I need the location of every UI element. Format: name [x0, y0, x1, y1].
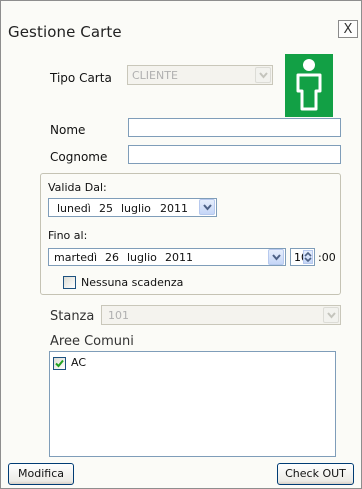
aree-comuni-list[interactable]: AC — [49, 351, 336, 457]
check-out-button[interactable]: Check OUT — [277, 463, 354, 485]
gestione-carte-dialog: Gestione Carte X Tipo Carta CLIENTE Nome… — [0, 0, 362, 489]
valida-dal-date-picker[interactable]: lunedì 25 luglio 2011 — [48, 198, 217, 217]
stanza-select[interactable]: 101 — [101, 305, 341, 325]
valida-dal-label: Valida Dal: — [48, 181, 107, 194]
checkmark-icon — [55, 359, 64, 368]
title-bar: Gestione Carte X — [1, 1, 361, 45]
fino-al-date-picker[interactable]: martedì 26 luglio 2011 — [48, 248, 286, 266]
minutes-suffix: :00 — [318, 251, 336, 264]
chevron-down-icon[interactable] — [268, 249, 284, 265]
to-weekday: martedì — [54, 251, 98, 264]
stepper-arrows-icon[interactable] — [303, 250, 313, 264]
modifica-button[interactable]: Modifica — [8, 463, 74, 485]
tipo-carta-select[interactable]: CLIENTE — [127, 65, 273, 85]
close-button[interactable]: X — [338, 20, 358, 38]
ac-label: AC — [71, 356, 87, 369]
tipo-carta-label: Tipo Carta — [50, 71, 112, 85]
from-month: luglio — [121, 202, 151, 215]
stanza-label: Stanza — [50, 309, 95, 324]
to-day: 26 — [105, 251, 119, 264]
aree-comuni-label: Aree Comuni — [50, 334, 134, 349]
nessuna-scadenza-label: Nessuna scadenza — [81, 276, 184, 289]
dialog-title: Gestione Carte — [8, 23, 122, 41]
to-month: luglio — [127, 251, 157, 264]
cognome-label: Cognome — [50, 150, 108, 164]
person-icon — [285, 54, 333, 117]
fino-al-label: Fino al: — [48, 229, 88, 242]
from-weekday: lunedì — [57, 202, 91, 215]
nome-label: Nome — [50, 123, 86, 137]
to-year: 2011 — [165, 251, 193, 264]
tipo-carta-value: CLIENTE — [132, 69, 178, 82]
stanza-value: 101 — [108, 309, 129, 322]
nessuna-scadenza-checkbox[interactable] — [63, 276, 76, 289]
chevron-down-icon[interactable] — [199, 199, 215, 215]
chevron-down-icon — [323, 307, 339, 323]
from-year: 2011 — [160, 202, 188, 215]
from-day: 25 — [99, 202, 113, 215]
chevron-down-icon — [255, 67, 271, 83]
cognome-input[interactable] — [128, 145, 341, 164]
hour-stepper[interactable]: 10 — [290, 248, 315, 266]
nome-input[interactable] — [128, 118, 341, 137]
ac-checkbox[interactable] — [53, 357, 66, 370]
